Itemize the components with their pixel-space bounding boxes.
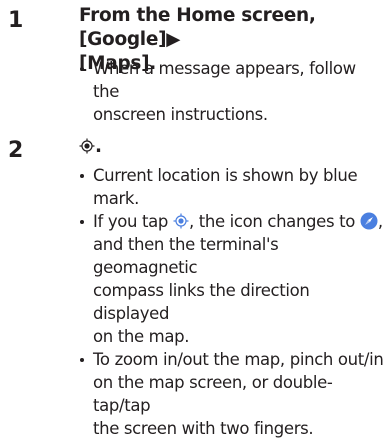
- bullet-item: Current location is shown by blue mark.: [79, 164, 385, 210]
- bullet-text: , the icon changes to: [188, 212, 360, 231]
- bullet-line: To zoom in/out the map, pinch out/in: [93, 350, 384, 369]
- step-number: 1: [8, 8, 24, 33]
- step-title-line: From the Home screen, [Google]▶: [79, 5, 316, 50]
- bullet-line: onscreen instructions.: [93, 105, 268, 124]
- my-location-icon: [79, 138, 95, 154]
- bullet-line: compass links the direction displayed: [93, 281, 310, 323]
- bullet-line: the screen with two fingers.: [93, 419, 314, 438]
- step-title: .: [79, 135, 102, 159]
- bullet-text: ,: [377, 212, 383, 231]
- bullet-line: When a message appears, follow the: [93, 59, 356, 101]
- bullet-item: If you tap , the icon changes to , and t…: [79, 210, 385, 348]
- bullet-line: on the map screen, or double-tap/tap: [93, 373, 333, 415]
- compass-mode-icon: [360, 212, 378, 230]
- bullet-item: When a message appears, follow the onscr…: [79, 57, 385, 126]
- bullet-line: on the map.: [93, 327, 190, 346]
- bullet-line: Current location is shown by blue mark.: [93, 166, 358, 208]
- bullet-item: To zoom in/out the map, pinch out/in on …: [79, 348, 385, 440]
- bullet-text: If you tap: [93, 212, 173, 231]
- step-title-period: .: [95, 136, 102, 157]
- bullet-list: When a message appears, follow the onscr…: [79, 57, 385, 126]
- bullet-list: Current location is shown by blue mark. …: [79, 164, 385, 440]
- bullet-line: and then the terminal's geomagnetic: [93, 235, 279, 277]
- my-location-icon: [173, 213, 189, 229]
- bullet-line: If you tap , the icon changes to ,: [93, 210, 385, 233]
- step-number: 2: [8, 138, 24, 163]
